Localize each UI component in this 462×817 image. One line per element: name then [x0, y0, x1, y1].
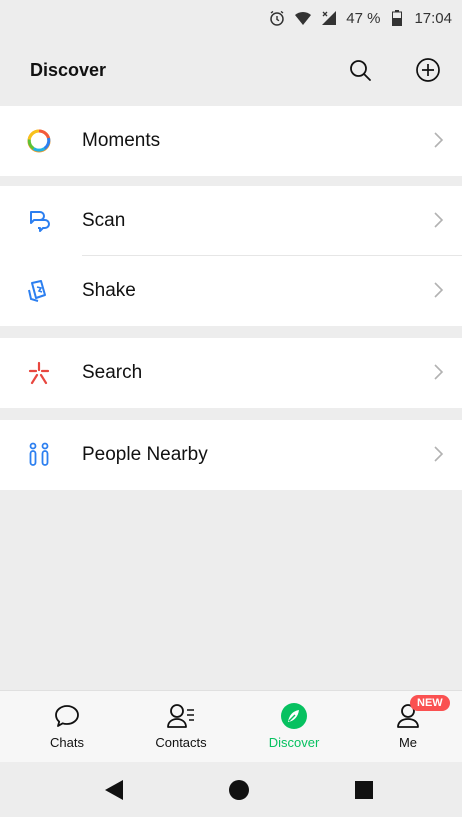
- shake-label: Shake: [82, 280, 136, 301]
- wifi-icon: [294, 9, 312, 27]
- chevron-right-icon: [434, 364, 444, 380]
- page-title: Discover: [30, 60, 107, 80]
- recents-button[interactable]: [350, 776, 378, 804]
- chevron-right-icon: [434, 282, 444, 298]
- tab-contacts[interactable]: Contacts: [139, 701, 223, 759]
- chat-bubble-icon: [52, 701, 82, 731]
- chevron-right-icon: [434, 132, 444, 148]
- back-icon: [105, 780, 123, 800]
- new-badge: NEW: [410, 695, 450, 711]
- moments-label: Moments: [82, 130, 161, 151]
- group-people-nearby: People Nearby: [0, 420, 462, 490]
- search-icon: [350, 60, 371, 81]
- tab-discover[interactable]: Discover: [252, 701, 336, 759]
- tab-bar: Chats Contacts Discover NEW Me: [0, 690, 462, 762]
- header: Discover: [0, 36, 462, 104]
- recents-icon: [355, 781, 373, 799]
- shake-row[interactable]: Shake: [0, 256, 462, 326]
- back-button[interactable]: [100, 776, 128, 804]
- tab-contacts-label: Contacts: [155, 735, 207, 750]
- battery-icon: [388, 9, 406, 27]
- shake-icon: [26, 278, 52, 304]
- group-scan-shake: Scan Shake: [0, 186, 462, 326]
- add-button[interactable]: [412, 54, 444, 86]
- moments-icon: [26, 128, 52, 154]
- home-icon: [229, 780, 249, 800]
- tab-chats[interactable]: Chats: [25, 701, 109, 759]
- people-nearby-label: People Nearby: [82, 444, 208, 465]
- add-circle-icon: [416, 58, 440, 82]
- search-label: Search: [82, 362, 143, 383]
- tab-chats-label: Chats: [50, 735, 84, 750]
- search-sparkle-icon: [26, 360, 52, 386]
- scan-icon: [26, 208, 52, 234]
- status-time: 17:04: [414, 9, 452, 27]
- compass-icon: [279, 701, 309, 731]
- moments-row[interactable]: Moments: [0, 106, 462, 176]
- alarm-icon: [268, 9, 286, 27]
- contacts-icon: [166, 701, 196, 731]
- chevron-right-icon: [434, 446, 444, 462]
- battery-percent: 47 %: [346, 9, 381, 27]
- tab-me-label: Me: [398, 735, 418, 750]
- status-bar: 47 % 17:04: [0, 0, 462, 36]
- scan-row[interactable]: Scan: [0, 186, 462, 256]
- group-moments: Moments: [0, 106, 462, 176]
- group-search: Search: [0, 338, 462, 408]
- search-row[interactable]: Search: [0, 338, 462, 408]
- people-nearby-row[interactable]: People Nearby: [0, 420, 462, 490]
- discover-screen: 47 % 17:04 Discover Moments Scan Shake S…: [0, 0, 462, 817]
- home-button[interactable]: [225, 776, 253, 804]
- chevron-right-icon: [434, 212, 444, 228]
- tab-discover-label: Discover: [268, 735, 320, 750]
- scan-label: Scan: [82, 210, 126, 231]
- navigation-bar: [0, 762, 462, 817]
- tab-me[interactable]: NEW Me: [366, 695, 450, 759]
- people-nearby-icon: [26, 442, 52, 468]
- search-button[interactable]: [344, 54, 376, 86]
- cell-signal-icon: [320, 9, 338, 27]
